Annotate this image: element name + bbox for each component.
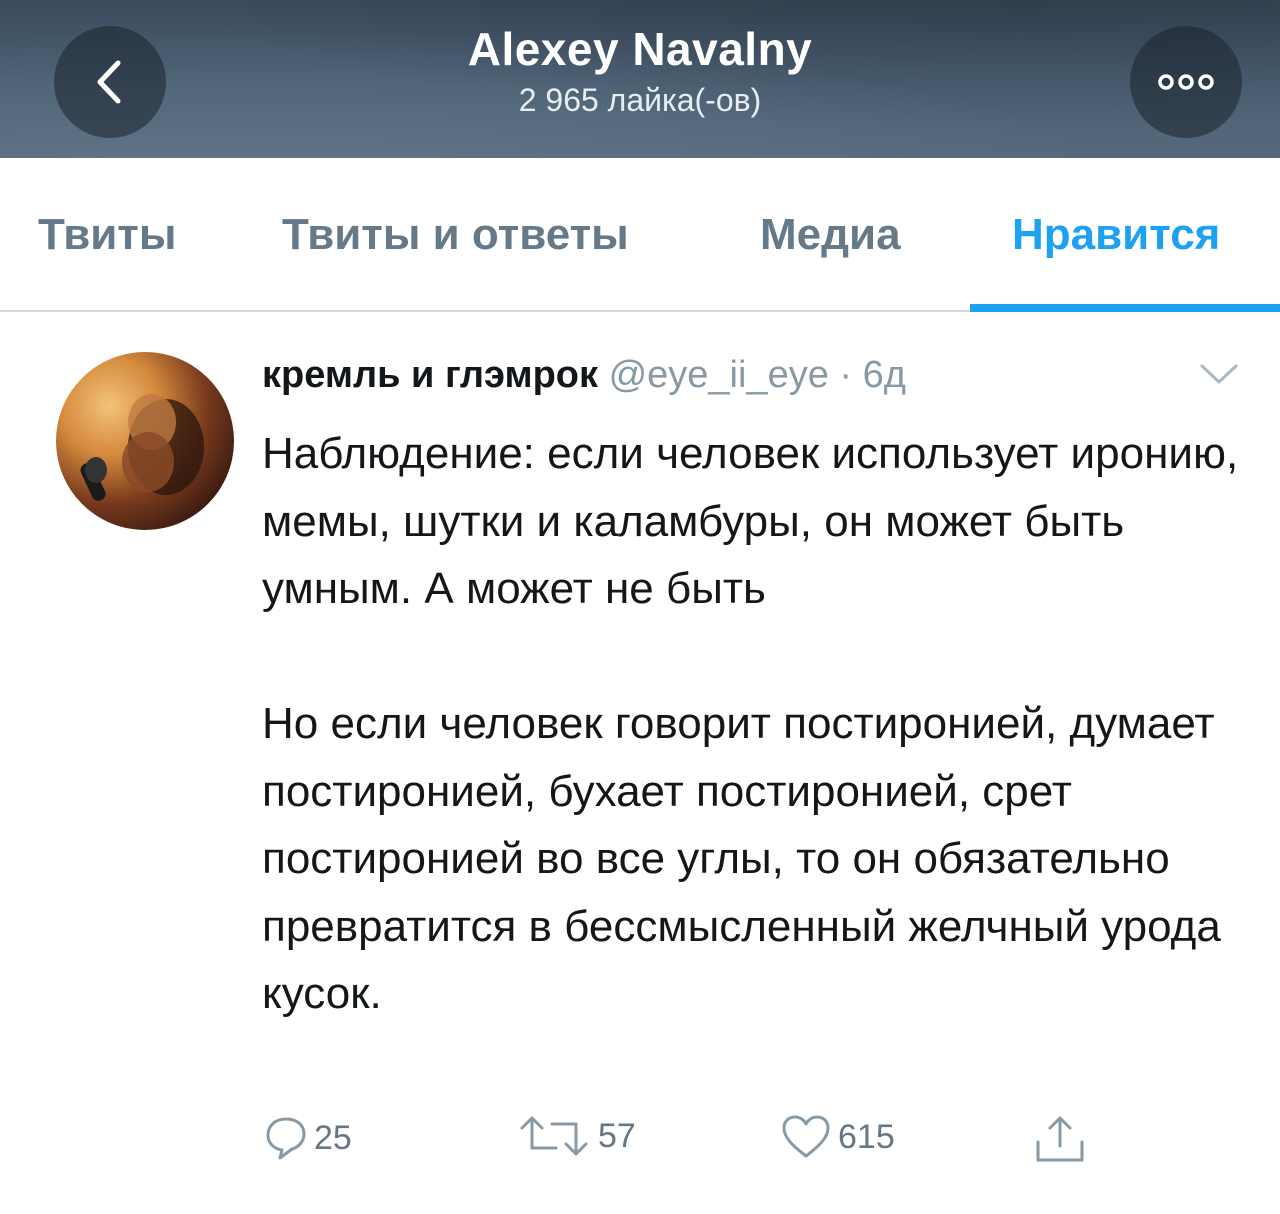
reply-count: 25 bbox=[314, 1118, 352, 1157]
like-count: 615 bbox=[838, 1117, 895, 1156]
tab-tweets[interactable]: Твиты bbox=[38, 210, 176, 260]
heart-icon bbox=[782, 1115, 830, 1158]
tweet-author-name[interactable]: кремль и глэмрок bbox=[262, 354, 598, 396]
likes-count: 2 965 лайка(-ов) bbox=[518, 82, 762, 118]
tab-tweets-and-replies[interactable]: Твиты и ответы bbox=[282, 210, 629, 260]
reply-icon bbox=[266, 1117, 306, 1160]
tweet-menu-button[interactable] bbox=[1198, 360, 1240, 393]
profile-tabs: Твиты Твиты и ответы Медиа Нравится bbox=[0, 158, 1280, 312]
retweet-icon bbox=[520, 1116, 588, 1156]
avatar-photo bbox=[80, 394, 204, 501]
more-dots-icon bbox=[1158, 74, 1214, 90]
tab-likes[interactable]: Нравится bbox=[1012, 210, 1220, 260]
retweet-count: 57 bbox=[598, 1116, 636, 1155]
like-button[interactable]: 615 bbox=[780, 1114, 895, 1160]
chevron-down-icon bbox=[1200, 364, 1238, 384]
active-tab-indicator bbox=[970, 304, 1280, 312]
share-icon bbox=[1036, 1116, 1084, 1162]
avatar[interactable] bbox=[56, 352, 234, 530]
reply-button[interactable]: 25 bbox=[264, 1114, 352, 1162]
tweet-text: Наблюдение: если человек использует ирон… bbox=[262, 429, 1239, 1018]
profile-name: Alexey Navalny bbox=[467, 23, 813, 75]
retweet-button[interactable]: 57 bbox=[516, 1114, 636, 1158]
more-button[interactable] bbox=[1130, 26, 1242, 138]
tab-media[interactable]: Медиа bbox=[760, 210, 901, 260]
tweet-actions: 25 57 615 bbox=[262, 1114, 1262, 1174]
tweet-handle[interactable]: @eye_ii_eye bbox=[609, 354, 829, 396]
tweet-header: кремль и глэмрок @eye_ii_eye · 6д bbox=[262, 354, 906, 397]
profile-header: Alexey Navalny 2 965 лайка(-ов) bbox=[0, 0, 1280, 158]
share-button[interactable] bbox=[1032, 1114, 1088, 1164]
tweet-time[interactable]: · 6д bbox=[839, 354, 906, 396]
